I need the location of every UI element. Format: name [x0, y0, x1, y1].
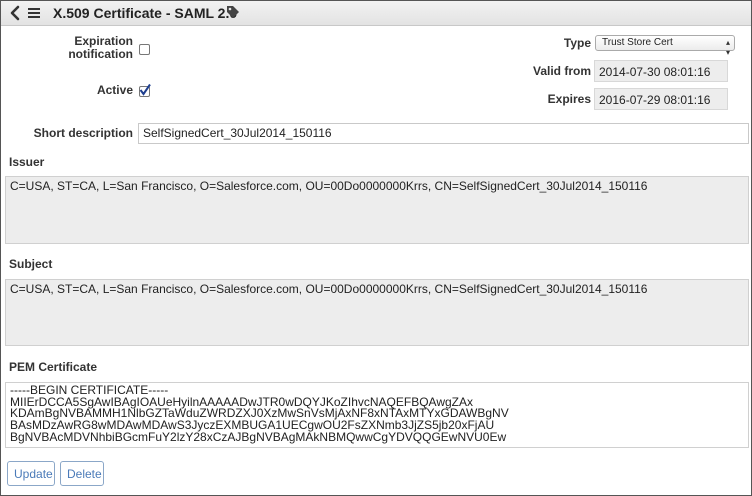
- active-label: Active: [96, 83, 133, 97]
- expiration-label-line2: notification: [68, 47, 133, 61]
- expiration-notification-checkbox[interactable]: [139, 44, 150, 55]
- short-description-input[interactable]: SelfSignedCert_30Jul2014_150116: [138, 123, 749, 144]
- active-checkbox[interactable]: [139, 83, 151, 97]
- select-arrows-icon: ▴ ▾: [725, 38, 730, 57]
- pem-certificate-label: PEM Certificate: [9, 360, 98, 374]
- valid-from-field: 2014-07-30 08:01:16: [594, 60, 728, 82]
- type-label: Type: [563, 36, 591, 50]
- valid-from-label: Valid from: [532, 64, 591, 78]
- tag-icon[interactable]: [226, 5, 240, 19]
- issuer-field: C=USA, ST=CA, L=San Francisco, O=Salesfo…: [5, 176, 749, 244]
- menu-icon[interactable]: [28, 7, 40, 19]
- update-button[interactable]: Update: [7, 461, 55, 486]
- checkmark-icon: [139, 83, 151, 96]
- expiration-notification-label: Expiration notification: [61, 35, 133, 61]
- page-title: X.509 Certificate - SAML 2.0: [53, 5, 238, 21]
- certificate-panel: X.509 Certificate - SAML 2.0 Expiration …: [0, 0, 752, 496]
- panel-header: X.509 Certificate - SAML 2.0: [1, 1, 751, 26]
- expires-label: Expires: [547, 92, 591, 106]
- issuer-label: Issuer: [9, 155, 45, 169]
- subject-field: C=USA, ST=CA, L=San Francisco, O=Salesfo…: [5, 279, 749, 346]
- type-select-value: Trust Store Cert: [602, 37, 673, 48]
- pem-certificate-field[interactable]: -----BEGIN CERTIFICATE----- MIIErDCCA5Sg…: [5, 382, 749, 448]
- expires-field: 2016-07-29 08:01:16: [594, 88, 728, 110]
- type-select[interactable]: Trust Store Cert ▴ ▾: [595, 35, 735, 57]
- delete-button[interactable]: Delete: [60, 461, 104, 486]
- short-description-label: Short description: [33, 126, 133, 140]
- subject-label: Subject: [9, 257, 53, 271]
- back-icon[interactable]: [9, 4, 21, 22]
- pem-line: BgNVBAcMDVNhbiBGcmFuY2lzY28xCzAJBgNVBAgM…: [10, 429, 507, 444]
